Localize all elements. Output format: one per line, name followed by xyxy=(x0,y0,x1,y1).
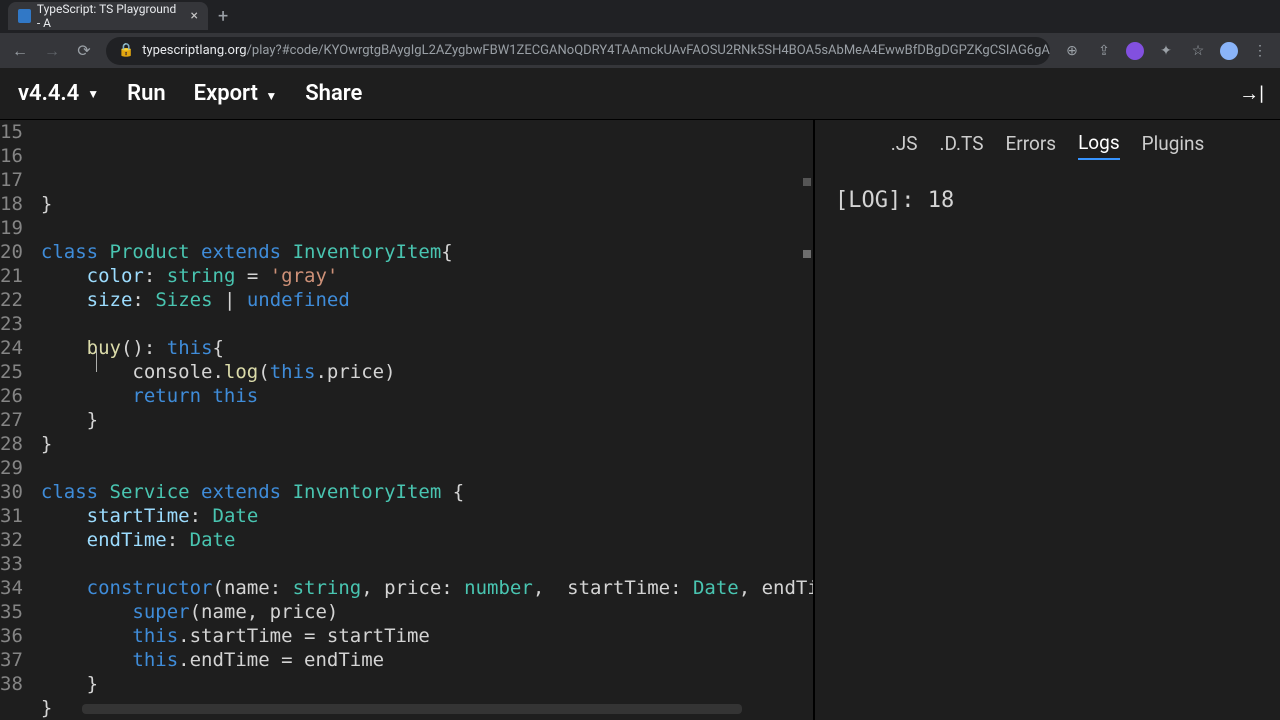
line-number: 20 xyxy=(0,240,23,264)
line-number: 31 xyxy=(0,504,23,528)
minimap-marker xyxy=(803,250,811,258)
reload-button[interactable]: ⟳ xyxy=(74,41,94,60)
horizontal-scrollbar[interactable] xyxy=(82,704,742,714)
version-dropdown[interactable]: v4.4.4 ▼ xyxy=(18,81,99,106)
line-number: 35 xyxy=(0,600,23,624)
chevron-down-icon: ▼ xyxy=(87,87,99,101)
chevron-down-icon: ▼ xyxy=(265,89,277,103)
code-line[interactable]: console.log(this.price) xyxy=(41,360,813,384)
log-output: [LOG]: 18 xyxy=(815,170,1280,231)
code-line[interactable]: } xyxy=(41,192,813,216)
lock-icon: 🔒 xyxy=(118,43,134,58)
minimap-marker xyxy=(803,178,811,186)
code-line[interactable] xyxy=(41,216,813,240)
line-number: 23 xyxy=(0,312,23,336)
code-line[interactable]: class Product extends InventoryItem{ xyxy=(41,240,813,264)
log-line: [LOG]: 18 xyxy=(835,188,1260,213)
url-host: typescriptlang.org xyxy=(142,43,246,58)
code-line[interactable]: } xyxy=(41,672,813,696)
output-tabs: .JS .D.TS Errors Logs Plugins xyxy=(815,120,1280,170)
code-line[interactable] xyxy=(41,552,813,576)
code-line[interactable]: size: Sizes | undefined xyxy=(41,288,813,312)
export-label: Export xyxy=(194,81,258,106)
line-number: 16 xyxy=(0,144,23,168)
extension-icon[interactable] xyxy=(1126,42,1144,60)
line-number: 36 xyxy=(0,624,23,648)
close-icon[interactable]: × xyxy=(191,8,198,24)
playground-toolbar: v4.4.4 ▼ Run Export ▼ Share →| xyxy=(0,68,1280,120)
url-input[interactable]: 🔒 typescriptlang.org /play?#code/KYOwrgt… xyxy=(106,37,1050,65)
code-line[interactable]: buy(): this{ xyxy=(41,336,813,360)
line-number: 38 xyxy=(0,672,23,696)
line-number: 30 xyxy=(0,480,23,504)
share-button[interactable]: Share xyxy=(305,81,362,106)
line-number: 19 xyxy=(0,216,23,240)
code-line[interactable]: startTime: Date xyxy=(41,504,813,528)
ts-favicon-icon xyxy=(18,9,31,23)
code-line[interactable]: endTime: Date xyxy=(41,528,813,552)
line-number: 37 xyxy=(0,648,23,672)
tab-dts[interactable]: .D.TS xyxy=(939,132,983,159)
code-line[interactable]: this.endTime = endTime xyxy=(41,648,813,672)
line-number: 32 xyxy=(0,528,23,552)
search-icon[interactable]: ⊕ xyxy=(1062,43,1082,59)
menu-icon[interactable]: ⋮ xyxy=(1250,43,1270,59)
line-number: 34 xyxy=(0,576,23,600)
new-tab-button[interactable]: + xyxy=(218,6,228,27)
tab-logs[interactable]: Logs xyxy=(1078,131,1120,160)
code-line[interactable]: super(name, price) xyxy=(41,600,813,624)
code-line[interactable] xyxy=(41,312,813,336)
tab-plugins[interactable]: Plugins xyxy=(1142,132,1205,159)
export-dropdown[interactable]: Export ▼ xyxy=(194,81,278,106)
line-number: 27 xyxy=(0,408,23,432)
line-number: 28 xyxy=(0,432,23,456)
line-number: 17 xyxy=(0,168,23,192)
text-cursor xyxy=(96,348,97,372)
profile-avatar[interactable] xyxy=(1220,42,1238,60)
line-number: 24 xyxy=(0,336,23,360)
extensions-menu-icon[interactable]: ✦ xyxy=(1156,43,1176,59)
bookmark-icon[interactable]: ☆ xyxy=(1188,43,1208,59)
code-editor[interactable]: 1516171819202122232425262728293031323334… xyxy=(0,120,813,720)
code-line[interactable] xyxy=(41,456,813,480)
line-number: 26 xyxy=(0,384,23,408)
line-number: 33 xyxy=(0,552,23,576)
browser-tab[interactable]: TypeScript: TS Playground - A × xyxy=(8,2,208,30)
version-label: v4.4.4 xyxy=(18,81,79,106)
back-button[interactable]: ← xyxy=(10,41,30,61)
tab-title: TypeScript: TS Playground - A xyxy=(37,2,181,30)
code-line[interactable]: this.startTime = startTime xyxy=(41,624,813,648)
forward-button: → xyxy=(42,41,62,61)
share-icon[interactable]: ⇪ xyxy=(1094,43,1114,59)
minimap[interactable] xyxy=(795,120,813,720)
line-number: 25 xyxy=(0,360,23,384)
line-number: 21 xyxy=(0,264,23,288)
code-line[interactable]: } xyxy=(41,408,813,432)
url-path: /play?#code/KYOwrgtgBAygIgL2AZygbwFBW1ZE… xyxy=(247,43,1050,58)
code-line[interactable]: color: string = 'gray' xyxy=(41,264,813,288)
line-number: 22 xyxy=(0,288,23,312)
line-number: 15 xyxy=(0,120,23,144)
code-content[interactable]: } class Product extends InventoryItem{ co… xyxy=(41,120,813,720)
code-line[interactable]: constructor(name: string, price: number,… xyxy=(41,576,813,600)
code-line[interactable]: return this xyxy=(41,384,813,408)
collapse-sidebar-icon[interactable]: →| xyxy=(1239,81,1264,106)
code-line[interactable]: class Service extends InventoryItem { xyxy=(41,480,813,504)
line-number-gutter: 1516171819202122232425262728293031323334… xyxy=(0,120,41,720)
code-line[interactable]: } xyxy=(41,432,813,456)
tab-errors[interactable]: Errors xyxy=(1006,132,1057,159)
tab-js[interactable]: .JS xyxy=(891,132,918,159)
line-number: 29 xyxy=(0,456,23,480)
run-button[interactable]: Run xyxy=(127,81,166,106)
address-bar: ← → ⟳ 🔒 typescriptlang.org /play?#code/K… xyxy=(0,32,1280,68)
line-number: 18 xyxy=(0,192,23,216)
browser-tab-bar: TypeScript: TS Playground - A × + xyxy=(0,0,1280,32)
